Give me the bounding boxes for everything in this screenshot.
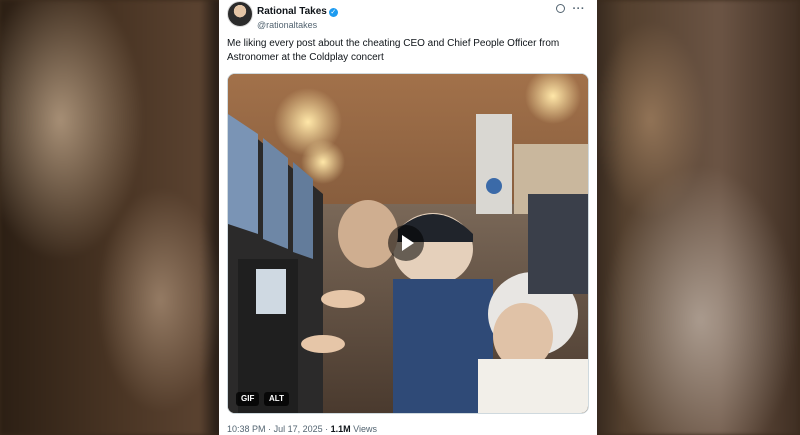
header-actions: ··· xyxy=(555,3,586,15)
more-options-icon[interactable]: ··· xyxy=(573,3,586,15)
tweet-text: Me liking every post about the cheating … xyxy=(227,38,560,63)
separator: · xyxy=(325,424,329,434)
tweet-header: Rational Takes ✓ @rationaltakes ··· xyxy=(227,0,589,30)
separator: · xyxy=(268,424,272,434)
gif-badge: GIF xyxy=(236,392,260,406)
tweet-date[interactable]: Jul 17, 2025 xyxy=(274,424,323,434)
author-handle[interactable]: @rationaltakes xyxy=(257,20,338,30)
tweet-time[interactable]: 10:38 PM xyxy=(227,424,266,434)
avatar[interactable] xyxy=(227,1,253,27)
alt-text-button[interactable]: ALT xyxy=(264,392,289,406)
tweet-media[interactable]: GIF ALT xyxy=(227,73,589,414)
grok-icon[interactable] xyxy=(555,4,565,13)
author-display-name[interactable]: Rational Takes xyxy=(257,6,327,17)
tweet-card: Rational Takes ✓ @rationaltakes ··· Me li… xyxy=(219,0,597,435)
author-block: Rational Takes ✓ @rationaltakes xyxy=(257,1,338,30)
views-label: Views xyxy=(353,424,378,434)
play-icon xyxy=(402,235,414,251)
verified-badge-icon: ✓ xyxy=(328,8,338,17)
play-button[interactable] xyxy=(388,225,424,261)
views-count: 1.1M xyxy=(330,424,351,434)
tweet-metadata: 10:38 PM · Jul 17, 2025 · 1.1M Views xyxy=(227,424,377,434)
